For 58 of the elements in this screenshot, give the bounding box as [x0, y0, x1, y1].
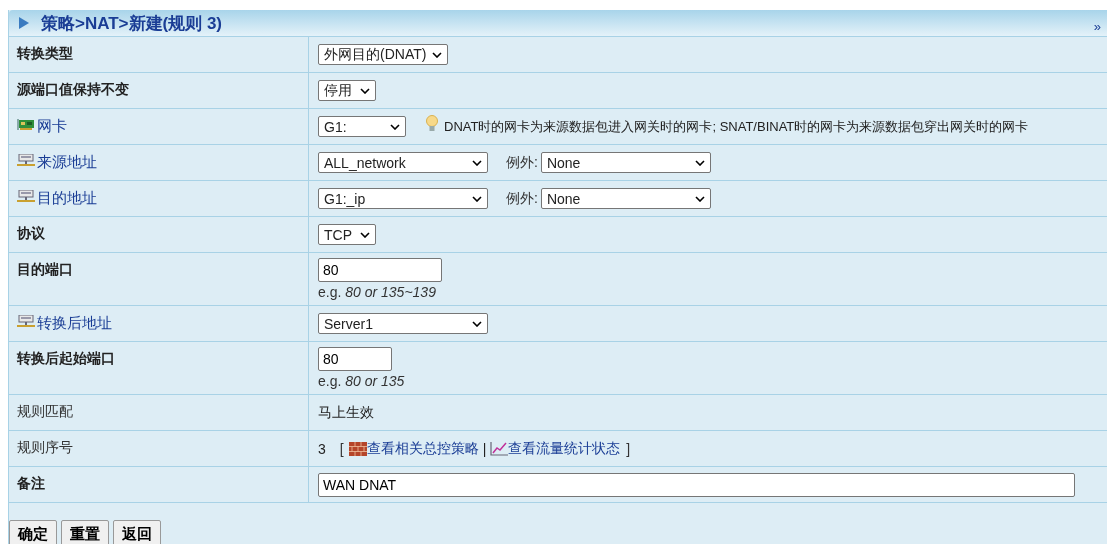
network-host-icon — [17, 315, 35, 329]
exception-label: 例外: — [506, 189, 538, 208]
network-card-icon — [17, 118, 35, 132]
field-label: 源端口值保持不变 — [17, 81, 129, 99]
dropdown[interactable]: TCP — [318, 224, 376, 245]
network-host-icon — [17, 190, 35, 204]
caret-icon — [694, 159, 705, 166]
caret-icon — [472, 320, 482, 327]
dropdown[interactable]: Server1 — [318, 313, 488, 334]
field-label: 转换类型 — [17, 45, 73, 63]
form-button[interactable]: 重置 — [61, 520, 109, 544]
example-hint: e.g. 80 or 135 — [318, 373, 405, 389]
caret-icon — [432, 51, 443, 58]
link[interactable]: 查看流量统计状态 — [508, 439, 621, 458]
field-label: 转换后起始端口 — [17, 350, 115, 368]
field-label: 规则序号 — [17, 439, 73, 457]
network-host-icon — [17, 154, 35, 168]
exception-dropdown[interactable]: None — [540, 188, 711, 209]
exception-label: 例外: — [506, 153, 538, 172]
dropdown[interactable]: G1:_ip — [318, 188, 488, 209]
field-label-link[interactable]: 网卡 — [37, 117, 67, 136]
field-label: 协议 — [17, 225, 45, 243]
field-label-link[interactable]: 来源地址 — [37, 153, 97, 172]
exception-dropdown[interactable]: None — [540, 152, 711, 173]
field-label-link[interactable]: 转换后地址 — [37, 314, 112, 333]
caret-icon — [390, 123, 400, 130]
dropdown[interactable]: G1: — [318, 116, 406, 137]
rule-number: 3 — [318, 440, 326, 457]
form-button[interactable]: 确定 — [9, 520, 57, 544]
bracket: ] — [626, 440, 631, 457]
input-field[interactable]: WAN DNAT — [318, 472, 1075, 497]
bracket: [ — [339, 440, 344, 457]
separator: | — [482, 440, 487, 457]
field-label: 备注 — [17, 475, 45, 493]
expand-arrow-icon — [19, 17, 29, 29]
dropdown[interactable]: 停用 — [318, 80, 376, 101]
caret-icon — [472, 195, 482, 202]
field-label: 规则匹配 — [17, 403, 73, 421]
line-chart-icon — [490, 441, 509, 456]
collapse-toggle[interactable]: » — [1093, 18, 1101, 34]
page-title: 策略>NAT>新建(规则 3) — [41, 12, 224, 35]
caret-icon — [472, 159, 482, 166]
form-button[interactable]: 返回 — [113, 520, 161, 544]
link[interactable]: 查看相关总控策略 — [366, 439, 479, 458]
value-text: 马上生效 — [318, 403, 374, 422]
hint-text: DNAT时的网卡为来源数据包进入网关时的网卡; SNAT/BINAT时的网卡为来源数据包穿出网关时的网卡 — [444, 117, 1029, 136]
caret-icon — [694, 195, 705, 202]
field-label-link[interactable]: 目的地址 — [37, 189, 97, 208]
example-hint: e.g. 80 or 135~139 — [318, 284, 436, 300]
brick-wall-icon — [348, 441, 367, 456]
caret-icon — [360, 231, 370, 238]
dropdown[interactable]: ALL_network — [318, 152, 488, 173]
lightbulb-icon — [426, 114, 438, 133]
caret-icon — [360, 87, 370, 94]
input-field[interactable]: 80 — [318, 347, 392, 371]
field-label: 目的端口 — [17, 261, 73, 279]
dropdown[interactable]: 外网目的(DNAT) — [318, 44, 449, 65]
input-field[interactable]: 80 — [318, 258, 442, 282]
